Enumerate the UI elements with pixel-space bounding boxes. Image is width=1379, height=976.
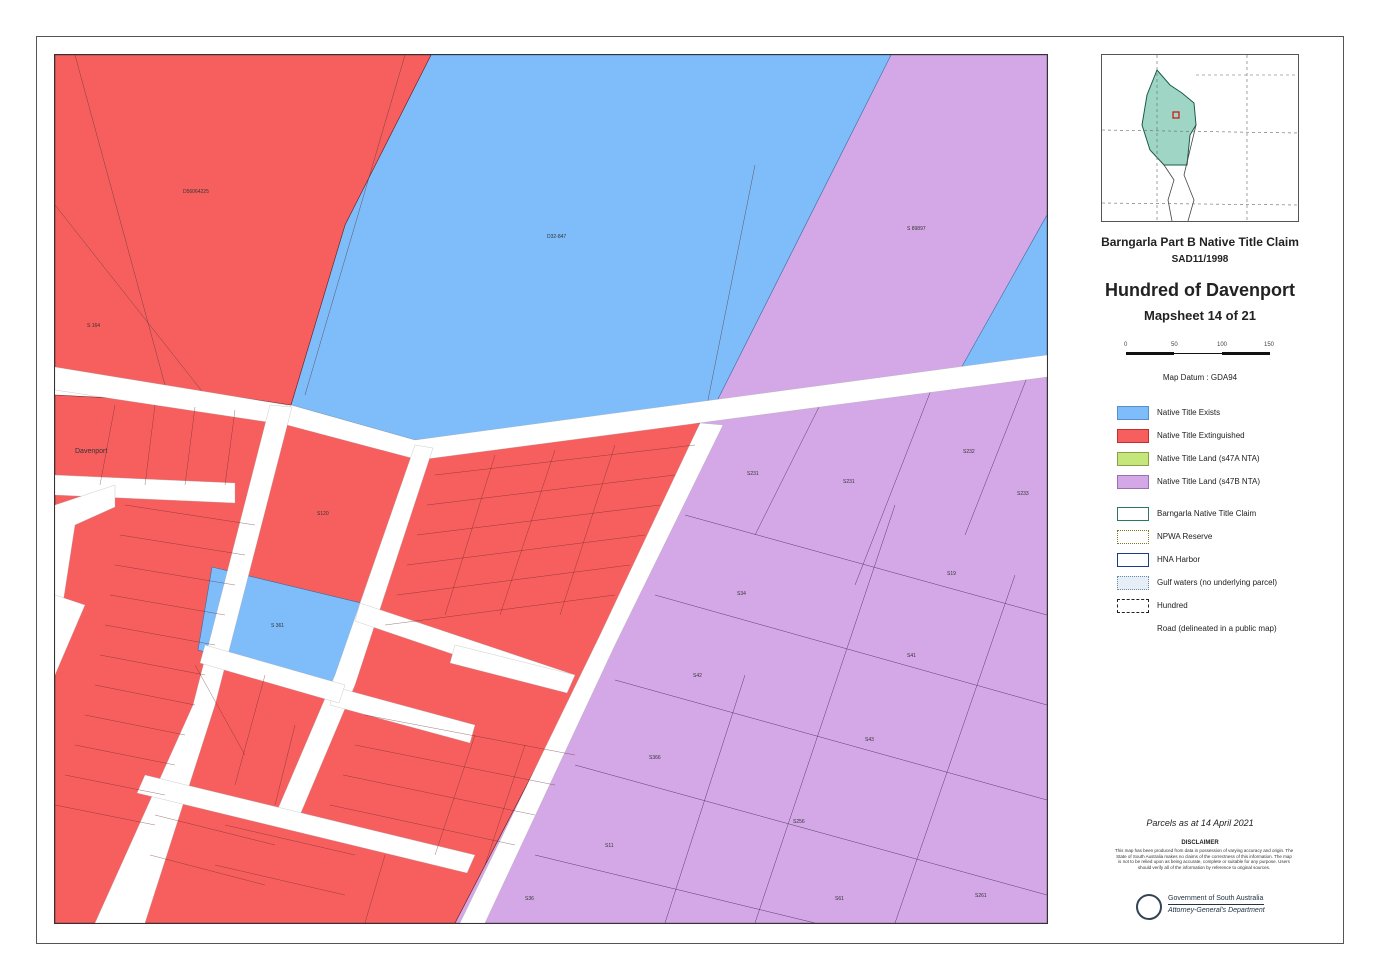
label-big-purple: S 89897 (907, 226, 926, 232)
state-seal-icon (1136, 894, 1162, 920)
legend-swatch (1117, 452, 1149, 466)
scale-bar: 0 50 100 150 (1124, 342, 1276, 358)
legend-label: Native Title Exists (1157, 408, 1221, 417)
legend-item: Gulf waters (no underlying parcel) (1117, 576, 1327, 592)
legend-swatch (1117, 406, 1149, 420)
legend-swatch (1117, 599, 1149, 613)
label-p12: S11 (605, 843, 614, 849)
label-p3: S232 (963, 449, 975, 455)
legend-item: Hundred (1117, 599, 1327, 615)
map-datum: Map Datum : GDA94 (1162, 373, 1238, 382)
legend-label: Road (delineated in a public map) (1157, 624, 1277, 633)
legend-swatch (1117, 429, 1149, 443)
legend-item: Barngarla Native Title Claim (1117, 507, 1327, 523)
legend-swatch (1117, 576, 1149, 590)
claim-title: Barngarla Part B Native Title Claim (1101, 235, 1299, 249)
scale-tick: 0 (1124, 342, 1128, 348)
label-p2: S231 (843, 479, 855, 485)
claim-number: SAD11/1998 (1171, 254, 1229, 265)
legend-item: Native Title Land (s47A NTA) (1117, 452, 1327, 468)
legend-label: Native Title Extinguished (1157, 431, 1245, 440)
legend-label: Native Title Land (s47A NTA) (1157, 454, 1260, 463)
label-p9: S43 (865, 737, 874, 743)
legend-label: NPWA Reserve (1157, 532, 1213, 541)
government-name: Government of South Australia (1168, 895, 1264, 902)
parcels-date: Parcels as at 14 April 2021 (1146, 818, 1254, 828)
disclaimer-heading: DISCLAIMER (1181, 840, 1219, 846)
scale-tick: 100 (1217, 342, 1228, 348)
label-p14: S61 (835, 896, 844, 902)
legend-label: HNA Harbor (1157, 555, 1201, 564)
label-center-red: S120 (317, 511, 329, 517)
disclaimer-text: This map has been produced from data in … (1114, 848, 1294, 870)
scale-tick: 150 (1264, 342, 1275, 348)
label-north-red: D56064225 (183, 189, 209, 195)
label-p15: S261 (975, 893, 987, 899)
legend-label: Hundred (1157, 601, 1188, 610)
label-p13: S36 (525, 896, 534, 902)
label-big-blue: D32-847 (547, 234, 566, 240)
legend-label: Barngarla Native Title Claim (1157, 509, 1257, 518)
label-p1: S231 (747, 471, 759, 477)
legend-label: Gulf waters (no underlying parcel) (1157, 578, 1278, 587)
locality-inset-map (1101, 54, 1299, 222)
label-p10: S366 (649, 755, 661, 761)
legend-swatch (1117, 553, 1149, 567)
parcel-map[interactable]: D56064225 D32-847 S 89897 S 164 S120 S 3… (55, 55, 1047, 923)
legend-item: NPWA Reserve (1117, 530, 1327, 546)
legend-label: Native Title Land (s47B NTA) (1157, 477, 1261, 486)
label-p5: S34 (737, 591, 746, 597)
legend-item: HNA Harbor (1117, 553, 1327, 569)
label-small-blue: S 361 (271, 623, 284, 629)
legend-item: Native Title Extinguished (1117, 429, 1327, 445)
label-p8: S42 (693, 673, 702, 679)
legend-panel: Barngarla Part B Native Title Claim SAD1… (1070, 40, 1330, 940)
label-p4: S233 (1017, 491, 1029, 497)
label-davenport: Davenport (75, 448, 107, 455)
legend-item: Native Title Land (s47B NTA) (1117, 475, 1327, 491)
label-p7: S41 (907, 653, 916, 659)
scale-tick: 50 (1171, 342, 1178, 348)
map-canvas[interactable]: D56064225 D32-847 S 89897 S 164 S120 S 3… (54, 54, 1048, 924)
label-p11: S256 (793, 819, 805, 825)
government-logo: Government of South Australia Attorney-G… (1136, 892, 1276, 926)
legend-swatch (1117, 530, 1149, 544)
hundred-title: Hundred of Davenport (1104, 280, 1295, 300)
legend-swatch (1117, 475, 1149, 489)
legend-swatch (1117, 507, 1149, 521)
legend-item: Road (delineated in a public map) (1117, 622, 1327, 638)
mapsheet-number: Mapsheet 14 of 21 (1144, 308, 1256, 323)
legend-item: Native Title Exists (1117, 406, 1327, 422)
department-name: Attorney-General's Department (1168, 907, 1265, 914)
label-p6: S19 (947, 571, 956, 577)
label-red-left: S 164 (87, 323, 100, 329)
legend-swatch (1117, 622, 1149, 636)
